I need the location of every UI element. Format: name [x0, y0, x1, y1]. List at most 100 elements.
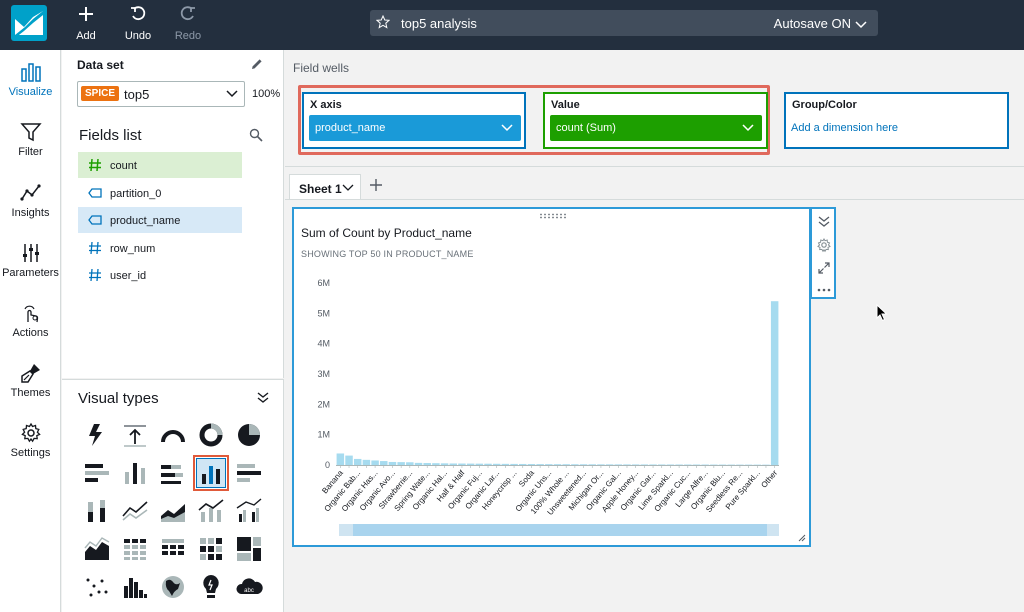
nav-visualize[interactable]: Visualize — [0, 61, 61, 98]
bar[interactable] — [397, 462, 405, 465]
histogram-icon[interactable] — [120, 572, 150, 602]
kpi-icon[interactable] — [120, 420, 150, 450]
expand-icon[interactable] — [816, 260, 832, 276]
edit-pencil-icon[interactable] — [250, 57, 264, 71]
sheet-tab[interactable]: Sheet 1 — [289, 174, 361, 200]
bar[interactable] — [423, 463, 431, 465]
bar[interactable] — [536, 464, 544, 465]
combo-line-bar-icon[interactable] — [196, 496, 226, 526]
bar[interactable] — [414, 462, 423, 465]
area-chart-icon[interactable] — [158, 496, 188, 526]
stacked-vertical-bar-icon[interactable] — [82, 496, 112, 526]
bar[interactable] — [614, 464, 623, 465]
tree-map-icon[interactable] — [234, 534, 264, 564]
nav-themes[interactable]: Themes — [0, 362, 61, 399]
bar[interactable] — [597, 464, 605, 465]
bar[interactable] — [406, 462, 414, 465]
bar[interactable] — [380, 461, 388, 465]
redo-button[interactable]: Redo — [163, 6, 213, 44]
bar[interactable] — [484, 463, 492, 465]
gauge-icon[interactable] — [158, 420, 188, 450]
bar[interactable] — [440, 463, 449, 465]
bar[interactable] — [571, 464, 579, 465]
search-icon[interactable] — [249, 128, 263, 142]
bar[interactable] — [623, 464, 631, 466]
add-sheet-icon[interactable] — [369, 178, 383, 192]
add-button[interactable]: Add — [61, 6, 111, 44]
bar[interactable] — [631, 464, 640, 466]
heat-map-icon[interactable] — [196, 534, 226, 564]
nav-settings[interactable]: Settings — [0, 422, 61, 459]
pie-icon[interactable] — [234, 420, 264, 450]
field-partition-0[interactable]: partition_0 — [78, 180, 242, 206]
bar-chart[interactable]: 01M2M3M4M5M6MBananaOrganic Bab...Organic… — [294, 209, 809, 545]
x-axis-well[interactable]: X axis product_name — [302, 92, 526, 149]
bar[interactable] — [501, 463, 510, 465]
bar[interactable] — [492, 463, 501, 465]
bar[interactable] — [519, 463, 527, 465]
bar[interactable] — [649, 464, 657, 466]
autosave-toggle[interactable]: Autosave ON — [774, 16, 867, 31]
bar[interactable] — [388, 461, 397, 465]
bar[interactable] — [432, 463, 440, 465]
star-icon[interactable] — [376, 15, 390, 29]
field-count[interactable]: count — [78, 152, 242, 178]
bar[interactable] — [588, 464, 596, 465]
bar[interactable] — [353, 458, 362, 465]
analysis-name[interactable]: top5 analysis — [401, 16, 477, 31]
collapse-chevron-icon[interactable] — [256, 392, 270, 404]
bar[interactable] — [770, 301, 779, 465]
value-field-pill[interactable]: count (Sum) — [550, 115, 762, 141]
bar[interactable] — [666, 464, 675, 466]
bar[interactable] — [458, 463, 466, 465]
donut-icon[interactable] — [196, 420, 226, 450]
table-icon[interactable] — [158, 534, 188, 564]
chart-scrollbar[interactable] — [339, 524, 779, 536]
bar[interactable] — [362, 459, 371, 465]
value-well[interactable]: Value count (Sum) — [543, 92, 768, 149]
stacked-bar-icon[interactable] — [234, 458, 264, 488]
bar[interactable] — [466, 463, 475, 465]
scrollbar-thumb[interactable] — [353, 524, 767, 536]
format-visual-gear-icon[interactable] — [816, 237, 832, 253]
bar[interactable] — [345, 455, 353, 465]
pivot-table-icon[interactable] — [120, 534, 150, 564]
nav-filter[interactable]: Filter — [0, 121, 61, 158]
bar[interactable] — [475, 463, 484, 465]
bar[interactable] — [527, 464, 536, 465]
bar[interactable] — [605, 464, 614, 465]
line-chart-icon[interactable] — [120, 496, 150, 526]
bar[interactable] — [640, 464, 649, 466]
nav-insights[interactable]: Insights — [0, 182, 61, 219]
visual-card[interactable]: Sum of Count by Product_name SHOWING TOP… — [292, 207, 811, 547]
group-color-well[interactable]: Group/Color Add a dimension here — [784, 92, 1009, 149]
waterfall-icon[interactable] — [82, 534, 112, 564]
insight-lightbulb-icon[interactable] — [196, 572, 226, 602]
nav-parameters[interactable]: Parameters — [0, 242, 61, 279]
collapse-visual-icon[interactable] — [816, 214, 832, 230]
resize-handle-icon[interactable] — [798, 534, 806, 542]
more-options-icon[interactable] — [816, 282, 832, 298]
bar[interactable] — [336, 453, 345, 465]
bar[interactable] — [562, 464, 570, 465]
dataset-selector[interactable]: SPICE top5 — [77, 81, 245, 107]
nav-actions[interactable]: Actions — [0, 302, 61, 339]
autograph-icon[interactable] — [82, 420, 112, 450]
bar[interactable] — [545, 464, 553, 465]
add-dimension-link[interactable]: Add a dimension here — [791, 122, 898, 134]
word-cloud-icon[interactable]: abc — [234, 572, 264, 602]
stacked-horizontal-bar-icon[interactable] — [158, 458, 188, 488]
geospatial-map-icon[interactable] — [158, 572, 188, 602]
undo-button[interactable]: Undo — [113, 6, 163, 44]
bar[interactable] — [579, 464, 588, 465]
bar[interactable] — [449, 463, 458, 465]
field-row-num[interactable]: row_num — [78, 235, 242, 261]
field-user-id[interactable]: user_id — [78, 262, 242, 288]
vertical-bar-chart[interactable] — [193, 455, 229, 491]
bar[interactable] — [657, 464, 666, 466]
horizontal-bar-icon[interactable] — [82, 458, 112, 488]
bar[interactable] — [553, 464, 562, 465]
quicksight-logo[interactable] — [11, 5, 47, 41]
vertical-bar-icon[interactable] — [120, 458, 150, 488]
clustered-combo-icon[interactable] — [234, 496, 264, 526]
